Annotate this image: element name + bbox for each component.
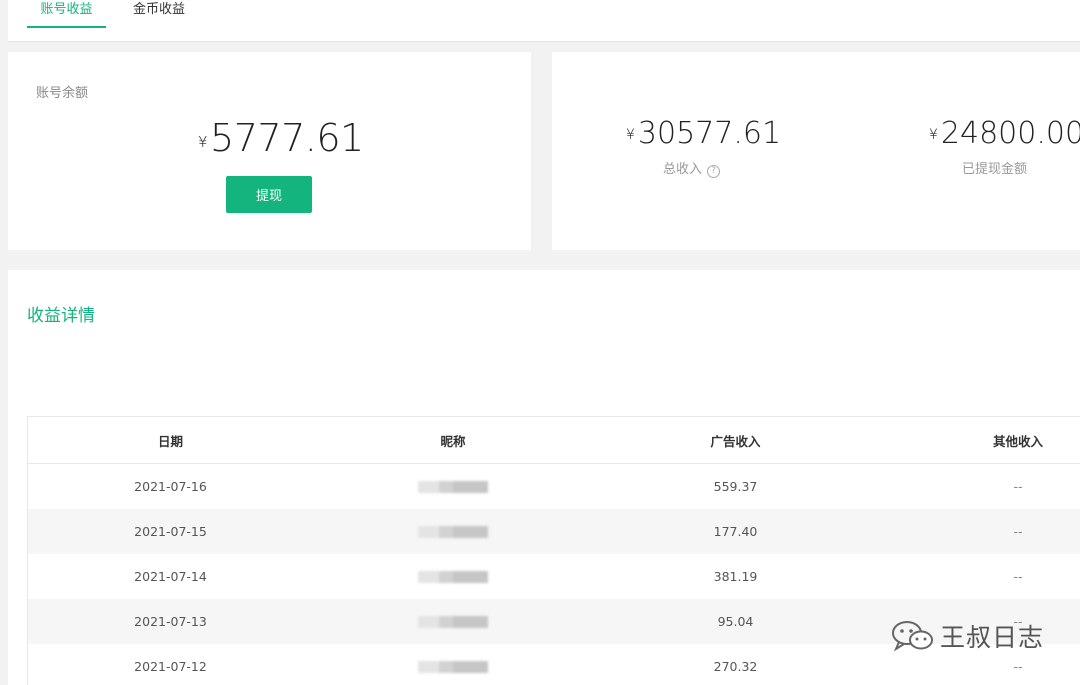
- income-card: ¥30577.61 总收入? ¥24800.00 已提现金额: [552, 52, 1080, 250]
- help-icon[interactable]: ?: [707, 165, 721, 178]
- ad-income-cell: 270.32: [713, 659, 758, 674]
- withdrawn-amount: ¥24800.00: [929, 116, 1080, 151]
- column-header-nickname: 昵称: [440, 433, 466, 449]
- tabs-bar: 账号收益 金币收益: [8, 0, 1080, 42]
- date-cell: 2021-07-15: [134, 524, 207, 539]
- date-cell: 2021-07-13: [134, 614, 207, 629]
- wechat-icon: [892, 621, 933, 652]
- ad-income-cell: 559.37: [713, 479, 758, 494]
- nickname-cell: [313, 644, 593, 685]
- balance-value: 5777.61: [210, 116, 364, 160]
- total-income-label: 总收入?: [663, 158, 721, 178]
- currency-symbol: ¥: [626, 127, 635, 143]
- table-header: 日期 昵称 广告收入 其他收入: [28, 417, 1080, 464]
- blurred-nickname: [418, 480, 488, 493]
- ad-income-cell: 177.40: [713, 524, 758, 539]
- details-title: 收益详情: [27, 306, 95, 326]
- table-row: 2021-07-14 381.19 --: [28, 554, 1080, 599]
- watermark: 王叔日志: [890, 618, 1044, 654]
- total-income-amount: ¥30577.61: [626, 116, 781, 151]
- tab-coin-earnings[interactable]: 金币收益: [124, 0, 194, 28]
- date-cell: 2021-07-16: [134, 479, 207, 494]
- total-income-value: 30577.61: [637, 116, 782, 151]
- other-income-cell: --: [1013, 479, 1023, 494]
- table-row: 2021-07-16 559.37 --: [28, 464, 1080, 509]
- watermark-text: 王叔日志: [940, 623, 1045, 652]
- table-row: 2021-07-15 177.40 --: [28, 509, 1080, 554]
- column-header-other-income: 其他收入: [992, 433, 1043, 449]
- other-income-cell: --: [1013, 569, 1023, 584]
- date-cell: 2021-07-14: [134, 569, 207, 584]
- date-cell: 2021-07-12: [134, 659, 207, 674]
- currency-symbol: ¥: [929, 127, 938, 143]
- ad-income-cell: 95.04: [717, 614, 754, 629]
- blurred-nickname: [418, 615, 488, 628]
- blurred-nickname: [418, 570, 488, 583]
- balance-card: 账号余额 ¥5777.61 提现: [8, 52, 531, 250]
- column-header-date: 日期: [157, 433, 183, 449]
- other-income-cell: --: [1013, 524, 1023, 539]
- withdraw-button[interactable]: 提现: [226, 176, 312, 213]
- total-income-label-text: 总收入: [663, 162, 703, 177]
- ad-income-cell: 381.19: [713, 569, 758, 584]
- tab-account-earnings[interactable]: 账号收益: [27, 0, 106, 28]
- nickname-cell: [313, 554, 593, 599]
- balance-amount: ¥5777.61: [198, 116, 364, 160]
- withdrawn-value: 24800.00: [940, 116, 1080, 151]
- balance-label: 账号余额: [36, 86, 89, 101]
- blurred-nickname: [418, 660, 488, 673]
- currency-symbol: ¥: [198, 133, 208, 151]
- withdrawn-label: 已提现金额: [962, 162, 1028, 177]
- nickname-cell: [313, 599, 593, 644]
- column-header-ad-income: 广告收入: [710, 433, 761, 449]
- blurred-nickname: [418, 525, 488, 538]
- nickname-cell: [313, 509, 593, 554]
- nickname-cell: [313, 464, 593, 509]
